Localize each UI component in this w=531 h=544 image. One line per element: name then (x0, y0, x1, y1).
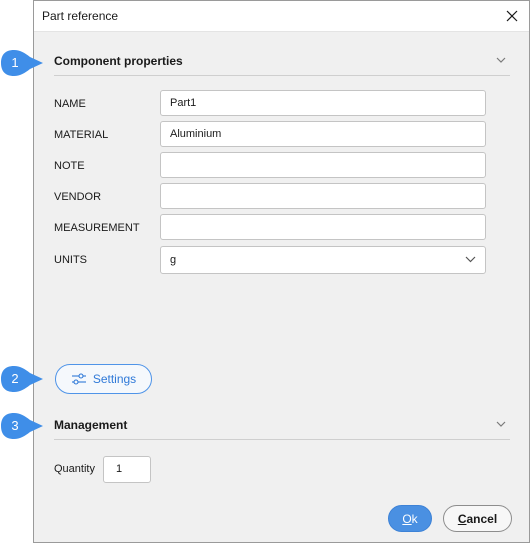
dialog-title: Part reference (42, 9, 119, 23)
units-value: g (170, 254, 177, 266)
ok-label-rest: k (411, 511, 418, 526)
name-label: NAME (54, 98, 86, 110)
material-label: MATERIAL (54, 129, 109, 141)
note-label: NOTE (54, 160, 85, 172)
callout-2-number: 2 (11, 371, 19, 386)
cancel-label-rest: ancel (466, 511, 498, 526)
vendor-label: VENDOR (54, 191, 102, 203)
callout-1-number: 1 (11, 55, 19, 70)
component-properties-title: Component properties (54, 54, 183, 68)
quantity-label: Quantity (54, 463, 95, 475)
chevron-down-icon[interactable] (496, 57, 506, 63)
sliders-icon (71, 373, 86, 385)
ok-accelerator: O (402, 511, 412, 526)
callout-balloon-icon (1, 413, 43, 439)
callout-3: 3 (0, 412, 44, 440)
component-properties-header[interactable]: Component properties (54, 48, 510, 76)
chevron-down-icon[interactable] (496, 421, 506, 427)
callout-balloon-icon (1, 366, 43, 392)
units-label: UNITS (54, 254, 87, 266)
chevron-down-icon (465, 256, 476, 263)
material-field[interactable]: Aluminium (160, 121, 486, 147)
measurement-label: MEASUREMENT (54, 222, 140, 234)
vendor-field[interactable] (160, 183, 486, 209)
note-field[interactable] (160, 152, 486, 178)
quantity-field[interactable]: 1 (103, 456, 151, 483)
management-header[interactable]: Management (54, 412, 510, 440)
callout-2: 2 (0, 365, 44, 393)
settings-label: Settings (92, 372, 137, 386)
units-select[interactable]: g (160, 246, 486, 274)
callout-3-number: 3 (11, 418, 19, 433)
callout-balloon-icon (1, 50, 43, 76)
measurement-field[interactable] (160, 214, 486, 240)
close-icon (506, 10, 518, 22)
close-button[interactable] (495, 1, 529, 31)
part-reference-dialog: Part reference Component properties NAME… (33, 0, 530, 543)
name-field[interactable]: Part1 (160, 90, 486, 116)
cancel-accelerator: C (457, 511, 467, 526)
callout-1: 1 (0, 49, 44, 77)
management-title: Management (54, 418, 128, 432)
cancel-button[interactable]: Cancel (443, 505, 512, 532)
settings-button[interactable]: Settings (55, 364, 152, 394)
title-bar: Part reference (34, 1, 529, 32)
ok-button[interactable]: Ok (388, 505, 432, 532)
